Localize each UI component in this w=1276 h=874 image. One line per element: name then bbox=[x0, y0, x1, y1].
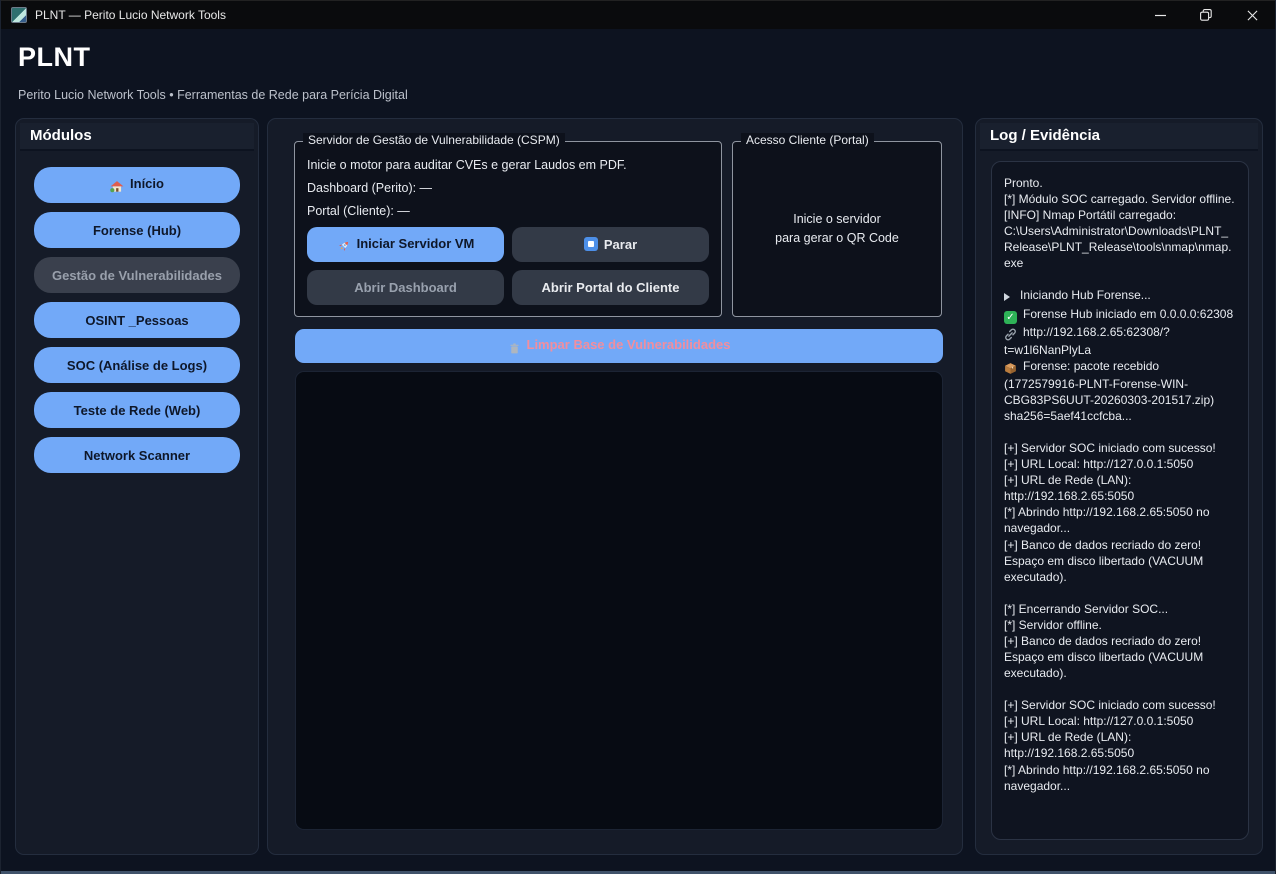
log-line: http://192.168.2.65:62308/?t=w1l6NanPlyL… bbox=[1004, 324, 1236, 358]
vuln-output-area[interactable] bbox=[295, 371, 943, 830]
log-line bbox=[1004, 585, 1236, 601]
cspm-groupbox-title: Servidor de Gestão de Vulnerabilidade (C… bbox=[303, 133, 565, 147]
log-line bbox=[1004, 424, 1236, 440]
log-line: [+] URL de Rede (LAN): http://192.168.2.… bbox=[1004, 472, 1236, 504]
sidebar-item-label: Forense (Hub) bbox=[93, 223, 181, 238]
log-header: Log / Evidência bbox=[980, 123, 1258, 151]
qr-placeholder-line2: para gerar o QR Code bbox=[775, 229, 899, 248]
sidebar-item-inicio[interactable]: Início bbox=[34, 167, 240, 203]
package-icon bbox=[1004, 360, 1017, 376]
client-access-groupbox: Acesso Cliente (Portal) Inicie o servido… bbox=[732, 141, 942, 317]
log-line: Forense: pacote recebido (1772579916-PLN… bbox=[1004, 358, 1236, 424]
log-line: [+] Servidor SOC iniciado com sucesso! bbox=[1004, 440, 1236, 456]
log-line: [+] Banco de dados recriado do zero! Esp… bbox=[1004, 537, 1236, 585]
stop-server-button[interactable]: Parar bbox=[512, 227, 709, 262]
log-line: [*] Servidor offline. bbox=[1004, 617, 1236, 633]
log-line: [+] Servidor SOC iniciado com sucesso! bbox=[1004, 697, 1236, 713]
log-line: [*] Abrindo http://192.168.2.65:5050 no … bbox=[1004, 762, 1236, 794]
vulnerability-module-panel: Servidor de Gestão de Vulnerabilidade (C… bbox=[267, 118, 963, 855]
sidebar-item-soc-analise-logs[interactable]: SOC (Análise de Logs) bbox=[34, 347, 240, 383]
log-line: [+] URL de Rede (LAN): http://192.168.2.… bbox=[1004, 729, 1236, 761]
cspm-buttons: Iniciar Servidor VM Parar Abrir Dashboar… bbox=[307, 227, 709, 305]
trash-icon bbox=[508, 339, 521, 354]
log-line: [+] URL Local: http://127.0.0.1:5050 bbox=[1004, 713, 1236, 729]
page-title: PLNT bbox=[18, 42, 91, 73]
app-icon bbox=[11, 7, 27, 23]
stop-icon bbox=[584, 237, 598, 251]
sidebar-item-forense-hub[interactable]: Forense (Hub) bbox=[34, 212, 240, 248]
check-icon: ✓ bbox=[1004, 308, 1017, 324]
log-panel: Log / Evidência Pronto.[*] Módulo SOC ca… bbox=[975, 118, 1263, 855]
log-line: [+] Banco de dados recriado do zero! Esp… bbox=[1004, 633, 1236, 681]
sidebar-item-gestao-vulnerabilidades[interactable]: Gestão de Vulnerabilidades bbox=[34, 257, 240, 293]
modules-header: Módulos bbox=[20, 123, 254, 151]
log-line: [*] Abrindo http://192.168.2.65:5050 no … bbox=[1004, 504, 1236, 536]
page-subtitle: Perito Lucio Network Tools • Ferramentas… bbox=[18, 88, 408, 102]
cspm-description: Inicie o motor para auditar CVEs e gerar… bbox=[307, 158, 709, 172]
sidebar-item-label: Início bbox=[130, 176, 164, 191]
log-line: [*] Módulo SOC carregado. Servidor offli… bbox=[1004, 191, 1236, 207]
minimize-icon bbox=[1155, 10, 1166, 21]
close-button[interactable] bbox=[1229, 1, 1275, 29]
log-line bbox=[1004, 271, 1236, 287]
sidebar-item-label: SOC (Análise de Logs) bbox=[67, 358, 207, 373]
sidebar-item-label: OSINT _Pessoas bbox=[85, 313, 188, 328]
sidebar-item-label: Teste de Rede (Web) bbox=[74, 403, 201, 418]
sidebar-item-teste-rede-web[interactable]: Teste de Rede (Web) bbox=[34, 392, 240, 428]
clear-vuln-db-button[interactable]: Limpar Base de Vulnerabilidades bbox=[295, 329, 943, 363]
log-line: [+] URL Local: http://127.0.0.1:5050 bbox=[1004, 456, 1236, 472]
clear-vuln-db-label: Limpar Base de Vulnerabilidades bbox=[527, 337, 731, 352]
home-icon bbox=[110, 178, 124, 194]
maximize-button[interactable] bbox=[1183, 1, 1229, 29]
minimize-button[interactable] bbox=[1137, 1, 1183, 29]
portal-status: Portal (Cliente): — bbox=[307, 204, 709, 218]
link-icon bbox=[1004, 326, 1017, 342]
titlebar: PLNT — Perito Lucio Network Tools bbox=[1, 0, 1275, 29]
log-line bbox=[1004, 681, 1236, 697]
sidebar-item-label: Gestão de Vulnerabilidades bbox=[52, 268, 222, 283]
dashboard-status: Dashboard (Perito): — bbox=[307, 181, 709, 195]
start-server-label: Iniciar Servidor VM bbox=[357, 236, 475, 251]
qr-placeholder: Inicie o servidor para gerar o QR Code bbox=[733, 142, 941, 316]
rocket-icon bbox=[337, 238, 351, 254]
restore-icon bbox=[1200, 9, 1212, 21]
log-textarea[interactable]: Pronto.[*] Módulo SOC carregado. Servido… bbox=[991, 161, 1249, 840]
log-line: Pronto. bbox=[1004, 175, 1236, 191]
sidebar-list: Início Forense (Hub) Gestão de Vulnerabili… bbox=[16, 155, 258, 494]
log-line: [INFO] Nmap Portátil carregado: C:\Users… bbox=[1004, 207, 1236, 271]
sidebar-item-network-scanner[interactable]: Network Scanner bbox=[34, 437, 240, 473]
window-title: PLNT — Perito Lucio Network Tools bbox=[35, 8, 226, 22]
cspm-groupbox: Servidor de Gestão de Vulnerabilidade (C… bbox=[294, 141, 722, 317]
log-line: ✓Forense Hub iniciado em 0.0.0.0:62308 bbox=[1004, 306, 1236, 324]
triangle-icon bbox=[1004, 289, 1014, 305]
close-icon bbox=[1247, 10, 1258, 21]
log-line: Iniciando Hub Forense... bbox=[1004, 287, 1236, 305]
open-dashboard-button[interactable]: Abrir Dashboard bbox=[307, 270, 504, 305]
stop-server-label: Parar bbox=[604, 237, 637, 252]
sidebar-item-osint-pessoas[interactable]: OSINT _Pessoas bbox=[34, 302, 240, 338]
open-client-portal-button[interactable]: Abrir Portal do Cliente bbox=[512, 270, 709, 305]
sidebar-item-label: Network Scanner bbox=[84, 448, 190, 463]
start-server-button[interactable]: Iniciar Servidor VM bbox=[307, 227, 504, 262]
log-line: [*] Encerrando Servidor SOC... bbox=[1004, 601, 1236, 617]
window-controls bbox=[1137, 1, 1275, 29]
qr-placeholder-line1: Inicie o servidor bbox=[793, 210, 881, 229]
modules-panel: Módulos Início Forense (Hub) Gestão de Vul… bbox=[15, 118, 259, 855]
